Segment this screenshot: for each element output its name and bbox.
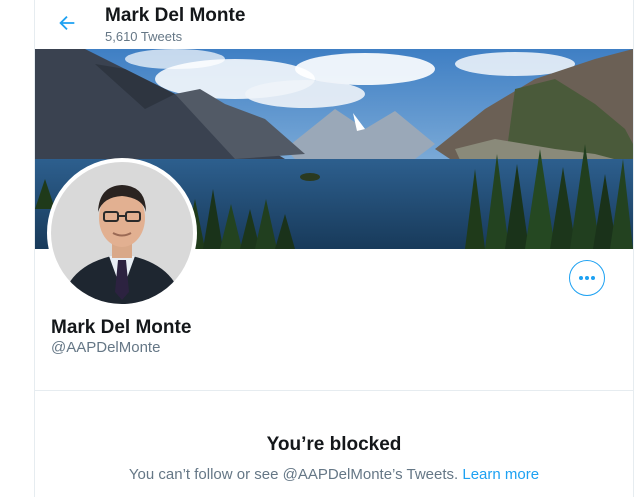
section-divider bbox=[35, 390, 633, 391]
arrow-left-icon bbox=[59, 15, 75, 31]
profile-handle: @AAPDelMonte bbox=[51, 339, 161, 356]
more-horizontal-icon bbox=[579, 276, 595, 280]
blocked-title: You’re blocked bbox=[266, 434, 402, 455]
profile-column: Mark Del Monte 5,610 Tweets Mark Del Mon… bbox=[34, 0, 634, 497]
profile-avatar[interactable] bbox=[47, 158, 197, 308]
learn-more-link[interactable]: Learn more bbox=[462, 466, 539, 483]
tweet-count: 5,610 Tweets bbox=[105, 29, 183, 44]
profile-name: Mark Del Monte bbox=[51, 317, 192, 338]
avatar-image bbox=[51, 162, 193, 304]
more-options-button[interactable] bbox=[569, 260, 605, 296]
blocked-message-text: You can’t follow or see @AAPDelMonte’s T… bbox=[128, 466, 459, 483]
header-title: Mark Del Monte bbox=[105, 5, 246, 26]
back-button[interactable] bbox=[51, 9, 83, 37]
profile-header-bar: Mark Del Monte 5,610 Tweets bbox=[35, 0, 633, 49]
blocked-message: You can’t follow or see @AAPDelMonte’s T… bbox=[35, 466, 633, 483]
